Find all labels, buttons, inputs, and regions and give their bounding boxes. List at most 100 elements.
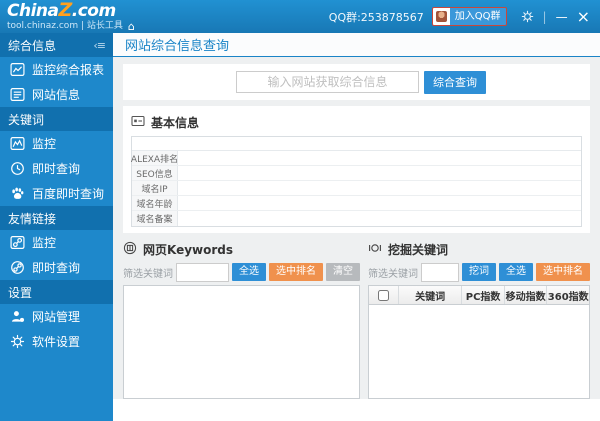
logo-com: .com (71, 1, 116, 21)
gear-icon (10, 334, 25, 349)
link-query-icon (10, 260, 25, 275)
site-url-input[interactable] (236, 71, 419, 93)
table-row: ALEXA排名 (131, 151, 581, 166)
webpage-keywords-icon (123, 241, 137, 258)
selected-rank-button[interactable]: 选中排名 (269, 263, 323, 281)
table-row: 域名备案 (132, 211, 581, 226)
content-header: 网站综合信息查询 (113, 33, 600, 57)
sidebar-item-label: 监控综合报表 (32, 63, 105, 77)
sidebar-section-friend-links: 友情链接 (0, 206, 113, 230)
sidebar-item-label: 即时查询 (32, 162, 81, 176)
logo-text: ChinaZ.com (7, 1, 135, 20)
sidebar-item-keyword-monitor[interactable]: 监控 (0, 131, 113, 156)
sidebar-section-overview: 综合信息 ‹≡ (0, 33, 113, 57)
domain-icp-value (178, 211, 581, 226)
mining-filter-row: 筛选关键词 挖词 全选 选中排名 (368, 259, 590, 285)
sidebar-item-label: 监控 (32, 236, 57, 250)
sidebar: 综合信息 ‹≡ 监控综合报表 网站信息 关键词 监控 即时查询 百度即时查询 友… (0, 33, 113, 421)
user-icon (10, 309, 25, 324)
sidebar-item-baidu-instant-query[interactable]: 百度即时查询 (0, 181, 113, 206)
column-360-index: 360指数 (547, 291, 589, 303)
select-all-checkbox[interactable] (378, 289, 389, 301)
keywords-filter-input[interactable] (176, 262, 229, 282)
table-row: 域名年龄 (132, 196, 581, 211)
combined-query-button[interactable]: 综合查询 (424, 70, 486, 94)
filter-keywords-label: 筛选关键词 (123, 268, 173, 280)
mining-keywords-table: 关键词 PC指数 移动指数 360指数 (368, 285, 590, 399)
column-keyword: 关键词 (399, 286, 463, 304)
logo-z: Z (58, 0, 72, 21)
column-pc-index: PC指数 (462, 286, 505, 304)
app-logo: ChinaZ.com tool.chinaz.com | 站长工具 ⌂ (0, 1, 135, 33)
close-button[interactable]: × (577, 7, 590, 26)
sidebar-item-label: 百度即时查询 (32, 187, 105, 201)
mining-filter-input[interactable] (421, 262, 459, 282)
keywords-list-box[interactable] (123, 285, 360, 399)
select-all-button[interactable]: 全选 (232, 263, 266, 281)
sidebar-item-label: 监控 (32, 137, 57, 151)
sidebar-item-link-instant-query[interactable]: 即时查询 (0, 255, 113, 280)
sidebar-item-link-monitor[interactable]: 监控 (0, 230, 113, 255)
clear-button[interactable]: 清空 (326, 263, 360, 281)
mining-keywords-title: 挖掘关键词 (388, 242, 449, 257)
table-row: 域名IP (132, 181, 581, 196)
window-separator: | (542, 9, 547, 24)
select-all-button[interactable]: 全选 (499, 263, 533, 281)
report-chart-icon (10, 62, 25, 77)
basic-info-icon (131, 114, 145, 131)
qq-avatar (432, 8, 450, 25)
basic-info-panel: 基本信息 ALEXA排名 SEO信息 域名IP 域名年龄 域名备案 (123, 106, 590, 233)
sidebar-item-keyword-instant-query[interactable]: 即时查询 (0, 156, 113, 181)
keywords-filter-row: 筛选关键词 全选 选中排名 清空 (123, 259, 360, 285)
sidebar-item-site-info[interactable]: 网站信息 (0, 82, 113, 107)
sidebar-section-keywords: 关键词 (0, 107, 113, 131)
section-label: 关键词 (8, 112, 45, 127)
sidebar-section-settings: 设置 (0, 280, 113, 304)
webpage-keywords-panel: 网页Keywords 筛选关键词 全选 选中排名 清空 (123, 239, 360, 399)
minimize-button[interactable]: — (556, 11, 568, 23)
sidebar-item-software-settings[interactable]: 软件设置 (0, 329, 113, 354)
selected-rank-button[interactable]: 选中排名 (536, 263, 590, 281)
main-content: 网站综合信息查询 综合查询 基本信息 ALEXA排名 S (113, 33, 600, 421)
keywords-table-body[interactable] (369, 305, 589, 398)
domain-icp-label: 域名备案 (132, 211, 178, 226)
section-label: 友情链接 (8, 211, 57, 226)
sidebar-item-label: 软件设置 (32, 335, 81, 349)
site-title-row (132, 137, 581, 151)
domain-age-label: 域名年龄 (132, 196, 178, 210)
mining-keywords-panel: 挖掘关键词 筛选关键词 挖词 全选 选中排名 关键词 PC指数 移动指数 360… (368, 239, 590, 399)
page-title: 网站综合信息查询 (125, 39, 230, 54)
filter-keywords-label: 筛选关键词 (368, 268, 418, 280)
alexa-rank-label: ALEXA排名 (131, 151, 178, 165)
settings-gear-icon[interactable] (521, 10, 534, 23)
webpage-keywords-title: 网页Keywords (143, 242, 234, 257)
clock-icon (10, 161, 25, 176)
logo-subtitle: tool.chinaz.com | 站长工具 (7, 21, 123, 31)
collapse-icon[interactable]: ‹≡ (93, 39, 106, 52)
sidebar-item-site-manage[interactable]: 网站管理 (0, 304, 113, 329)
logo-china: China (7, 1, 59, 21)
site-info-icon (10, 87, 25, 102)
section-label: 设置 (8, 285, 33, 300)
home-icon[interactable]: ⌂ (128, 21, 135, 32)
domain-age-value (178, 196, 581, 210)
link-monitor-icon (10, 235, 25, 250)
keywords-table-header: 关键词 PC指数 移动指数 360指数 (369, 286, 589, 305)
basic-info-table: ALEXA排名 SEO信息 域名IP 域名年龄 域名备案 (131, 136, 582, 227)
table-row: SEO信息 (132, 166, 581, 181)
sidebar-item-label: 网站管理 (32, 310, 81, 324)
mining-keywords-icon (368, 241, 382, 258)
alexa-rank-value (178, 151, 581, 165)
domain-ip-value (178, 181, 581, 195)
join-qq-button[interactable]: 加入QQ群 (431, 7, 507, 26)
footer-strip (113, 399, 600, 421)
sidebar-item-monitor-report[interactable]: 监控综合报表 (0, 57, 113, 82)
basic-info-title: 基本信息 (151, 115, 200, 130)
seo-info-value (178, 166, 581, 180)
sidebar-item-label: 网站信息 (32, 88, 81, 102)
join-qq-label: 加入QQ群 (449, 8, 506, 25)
baidu-paw-icon (10, 186, 25, 201)
domain-ip-label: 域名IP (132, 181, 178, 195)
sidebar-item-label: 即时查询 (32, 261, 81, 275)
dig-words-button[interactable]: 挖词 (462, 263, 496, 281)
